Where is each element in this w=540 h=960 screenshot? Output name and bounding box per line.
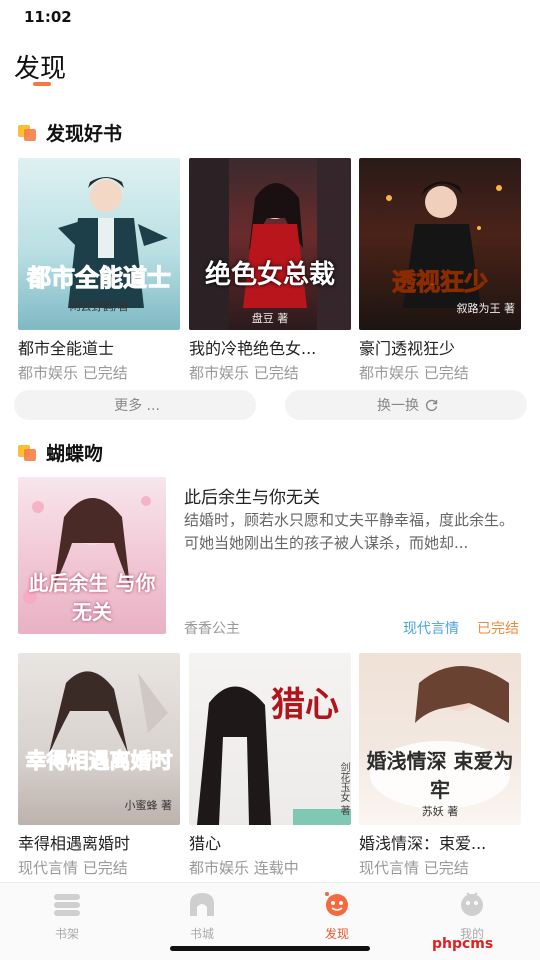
tab-profile[interactable]: 我的 xyxy=(437,891,507,942)
feature-book-cover[interactable]: 此后余生 与你无关 xyxy=(18,477,166,634)
cover-title: 此后余生 与你无关 xyxy=(28,571,156,624)
watermark-text: phpcms xyxy=(432,936,494,952)
book-card[interactable]: 幸得相遇离婚时 小蜜蜂 著 幸得相遇离婚时 现代言情 已完结 xyxy=(18,653,180,878)
book-meta: 都市娱乐 已完结 xyxy=(359,364,469,382)
cover-author: 盘豆 著 xyxy=(251,312,289,325)
refresh-icon xyxy=(425,399,438,412)
book-cover: 猎心 剑花玉女 著 xyxy=(189,653,351,825)
cover-title: 猎心 xyxy=(271,685,339,725)
book-cover: 绝色女总裁 盘豆 著 xyxy=(189,158,351,330)
book-name: 都市全能道士 xyxy=(18,339,115,358)
book-cover: 透视狂少 叙路为王 著 xyxy=(359,158,521,330)
feature-book-genre: 现代言情 xyxy=(403,621,459,637)
cover-author: 闲云野鹤/著 xyxy=(69,300,129,313)
tab-bookshelf[interactable]: 书架 xyxy=(32,891,102,942)
book-meta: 都市娱乐 已完结 xyxy=(18,364,128,382)
section-mark-icon xyxy=(18,443,40,461)
discover-icon xyxy=(325,892,348,916)
cover-title: 透视狂少 xyxy=(392,267,489,297)
bookshelf-icon xyxy=(54,894,80,916)
cover-author: 叙路为王 著 xyxy=(456,302,516,315)
book-cover: 幸得相遇离婚时 小蜜蜂 著 xyxy=(18,653,180,825)
more-button-label: 更多 ... xyxy=(114,398,160,414)
book-card[interactable]: 猎心 剑花玉女 著 猎心 都市娱乐 连载中 xyxy=(189,653,351,878)
cover-illustration xyxy=(189,158,351,330)
section-title: 发现好书 xyxy=(46,122,123,145)
feature-book-status: 已完结 xyxy=(477,621,519,637)
section-header-discover-books: 发现好书 xyxy=(18,120,123,145)
status-time: 11:02 xyxy=(24,8,72,26)
title-underline xyxy=(33,82,51,86)
book-card[interactable]: 绝色女总裁 盘豆 著 我的冷艳绝色女... 都市娱乐 已完结 xyxy=(189,158,351,383)
cover-title: 都市全能道士 xyxy=(27,263,172,293)
section-mark-icon xyxy=(18,123,40,141)
book-name: 猎心 xyxy=(189,834,222,853)
book-meta: 现代言情 已完结 xyxy=(18,859,128,877)
tab-bookstore[interactable]: 书城 xyxy=(167,891,237,942)
book-card[interactable]: 透视狂少 叙路为王 著 豪门透视狂少 都市娱乐 已完结 xyxy=(359,158,521,383)
refresh-button[interactable]: 换一换 xyxy=(285,390,527,420)
cover-title: 绝色女总裁 xyxy=(204,260,335,290)
cover-title: 婚浅情深 束爱为牢 xyxy=(366,749,514,802)
home-indicator xyxy=(170,946,370,951)
section-title: 蝴蝶吻 xyxy=(46,442,104,465)
book-name: 豪门透视狂少 xyxy=(359,339,456,358)
book-card[interactable]: 都市全能道士 闲云野鹤/著 都市全能道士 都市娱乐 已完结 xyxy=(18,158,180,383)
page-title: 发现 xyxy=(14,54,67,84)
book-name: 婚浅情深：束爱... xyxy=(359,834,487,853)
cover-author: 剑花玉女 著 xyxy=(338,762,349,816)
book-cover: 都市全能道士 闲云野鹤/著 xyxy=(18,158,180,330)
book-name: 我的冷艳绝色女... xyxy=(189,339,317,358)
book-meta: 现代言情 已完结 xyxy=(359,859,469,877)
bookstore-icon xyxy=(190,893,214,916)
feature-book-author: 香香公主 xyxy=(184,621,240,637)
feature-book-description: 结婚时，顾若水只愿和丈夫平静幸福，度此余生。 可她当她刚出生的孩子被人谋杀，而她… xyxy=(184,511,515,552)
tab-discover[interactable]: 发现 xyxy=(302,891,372,942)
tab-label: 发现 xyxy=(324,927,349,941)
book-name: 幸得相遇离婚时 xyxy=(18,834,131,853)
book-meta: 都市娱乐 连载中 xyxy=(189,859,299,877)
section-header-butterfly-kiss: 蝴蝶吻 xyxy=(18,440,104,465)
book-cover: 婚浅情深 束爱为牢 苏妖 著 xyxy=(359,653,521,825)
status-bar: 11:02 xyxy=(0,0,540,36)
cover-author: 苏妖 著 xyxy=(421,805,459,818)
profile-icon xyxy=(461,892,483,916)
tab-label: 书架 xyxy=(54,927,79,941)
cover-author: 小蜜蜂 著 xyxy=(124,799,173,812)
cover-title: 幸得相遇离婚时 xyxy=(25,748,173,774)
feature-book-title[interactable]: 此后余生与你无关 xyxy=(184,483,320,508)
tab-label: 书城 xyxy=(189,927,214,941)
more-button[interactable]: 更多 ... xyxy=(14,390,256,420)
refresh-button-label: 换一换 xyxy=(377,398,419,414)
book-card[interactable]: 婚浅情深 束爱为牢 苏妖 著 婚浅情深：束爱... 现代言情 已完结 xyxy=(359,653,521,878)
book-meta: 都市娱乐 已完结 xyxy=(189,364,299,382)
